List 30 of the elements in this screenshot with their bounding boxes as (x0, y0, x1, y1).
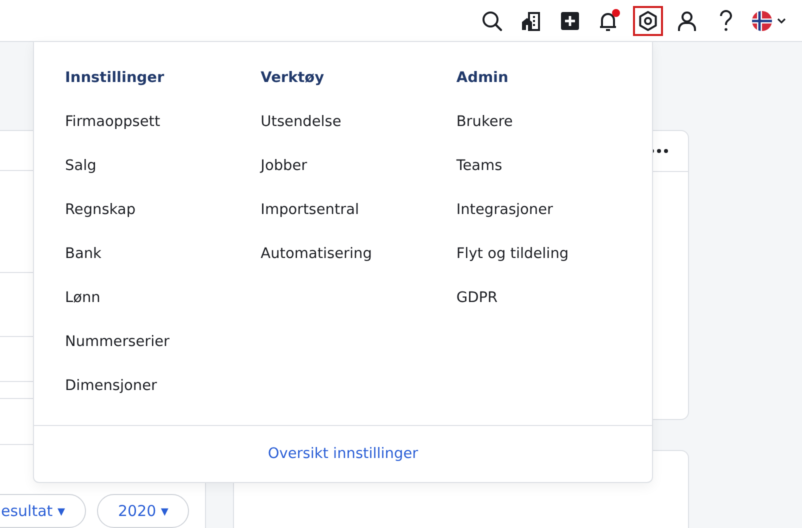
menu-item[interactable]: Brukere (456, 114, 513, 136)
menu-item[interactable]: Bank (65, 246, 102, 268)
menu-item[interactable]: GDPR (456, 290, 498, 312)
menu-item[interactable]: Dimensjoner (65, 378, 157, 400)
overview-settings-link[interactable]: Oversikt innstillinger (268, 446, 418, 462)
menu-item[interactable]: Regnskap (65, 202, 136, 224)
search-icon (481, 10, 503, 32)
menu-item[interactable]: Integrasjoner (456, 202, 553, 224)
menu-item[interactable]: Utsendelse (260, 114, 342, 136)
settings-button[interactable] (633, 6, 663, 36)
menu-item[interactable]: Firmaoppsett (65, 114, 160, 136)
menu-heading: Innstillinger (65, 70, 166, 88)
help-icon (718, 10, 734, 32)
menu-item[interactable]: Importsentral (260, 202, 360, 224)
filter-dropdown[interactable]: 2020 ▾ (96, 494, 190, 528)
menu-item[interactable]: Automatisering (260, 246, 372, 268)
menu-heading: Admin (456, 70, 510, 88)
norway-flag-icon (752, 10, 788, 32)
menu-item[interactable]: Teams (456, 158, 502, 180)
menu-item[interactable]: Flyt og tildeling (456, 246, 569, 268)
menu-item[interactable]: Lønn (65, 290, 100, 312)
menu-item[interactable]: Nummerserier (65, 334, 170, 356)
menu-heading: Verktøy (260, 70, 326, 88)
menu-item[interactable]: Salg (65, 158, 96, 180)
settings-icon (637, 10, 659, 32)
buildings-icon (520, 10, 542, 32)
filter-dropdown[interactable]: esultat ▾ (0, 494, 86, 528)
user-icon (676, 10, 698, 32)
menu-item[interactable]: Jobber (260, 158, 308, 180)
plus-icon (560, 10, 580, 30)
